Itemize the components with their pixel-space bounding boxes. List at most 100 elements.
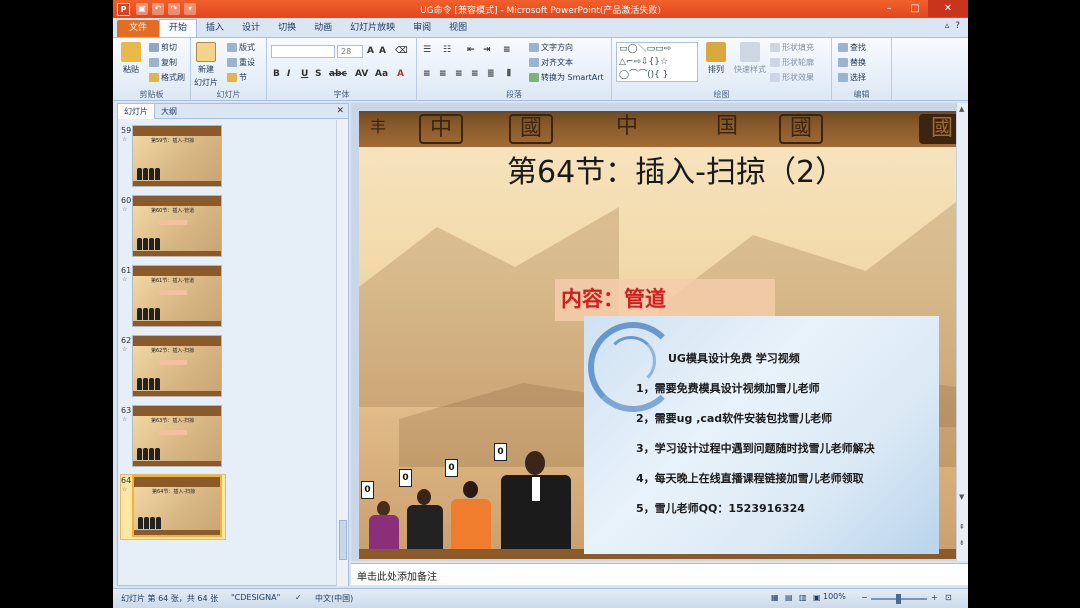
tab-slides[interactable]: 幻灯片 — [118, 103, 155, 119]
shapes-gallery[interactable]: ▭◯＼▭▭⇨ △⌐⇨⇩{}☆ ◯⌒⌒(){ } — [616, 42, 698, 82]
info-item: 5，雪儿老师QQ：1523916324 — [636, 502, 805, 515]
maximize-button[interactable]: □ — [902, 0, 928, 17]
new-slide-button[interactable]: 新建 幻灯片 — [194, 42, 218, 88]
close-button[interactable]: ✕ — [928, 0, 968, 17]
slide-sorter-icon[interactable]: ▤ — [785, 593, 793, 602]
tab-insert[interactable]: 插入 — [197, 20, 233, 37]
thumbnail-image: 第63节：插入-扫掠 — [132, 405, 222, 467]
copy-button[interactable]: 复制 — [149, 57, 177, 68]
effects-icon — [770, 73, 780, 82]
change-case-icon[interactable]: Aa — [375, 69, 388, 79]
save-icon[interactable]: ▣ — [136, 3, 148, 15]
tab-view[interactable]: 视图 — [440, 20, 476, 37]
char-spacing-icon[interactable]: AV — [355, 69, 368, 79]
thumbnail-slide-63[interactable]: 63 ☆ 第63节：插入-扫掠 — [118, 404, 336, 470]
reading-view-icon[interactable]: ▥ — [799, 593, 807, 602]
slide-scrollbar[interactable]: ▲ ▼ ⇞ ⇟ — [956, 103, 968, 561]
swirl-decoration — [606, 336, 656, 386]
thumbnail-slide-64[interactable]: 64 ☆ 第64节：插入-扫掠 — [118, 474, 336, 540]
underline-icon[interactable]: U — [301, 69, 308, 79]
strikethrough-icon[interactable]: abc — [329, 69, 347, 79]
zoom-slider-knob[interactable] — [896, 594, 901, 604]
slide-content[interactable]: 内容：管道 — [561, 283, 666, 313]
tab-transitions[interactable]: 切换 — [269, 20, 305, 37]
paste-button[interactable]: 粘贴 — [121, 42, 141, 75]
customize-qat-icon[interactable]: ▾ — [184, 3, 196, 15]
text-direction-button[interactable]: 文字方向 — [529, 42, 573, 53]
animation-star-icon: ☆ — [122, 416, 128, 423]
slide-title[interactable]: 第64节：插入-扫掠（2） — [507, 153, 867, 193]
new-slide-icon — [196, 42, 216, 62]
tab-review[interactable]: 审阅 — [404, 20, 440, 37]
spell-check-icon[interactable]: ✓ — [295, 593, 302, 602]
tab-outline[interactable]: 大纲 — [155, 104, 183, 119]
thumbnail-title: 第60节：插入-管道 — [151, 208, 195, 214]
arrange-button[interactable]: 排列 — [706, 42, 726, 75]
close-panel-icon[interactable]: ✕ — [336, 106, 344, 116]
section-icon — [227, 73, 237, 82]
shape-effects-button[interactable]: 形状效果 — [770, 72, 814, 83]
font-name-combo[interactable] — [271, 45, 335, 58]
zoom-out-icon[interactable]: − — [861, 593, 868, 602]
align-left-icon[interactable]: ≡ — [423, 69, 431, 79]
bullets-icon[interactable]: ☰ — [423, 45, 431, 55]
columns-icon[interactable]: ⫴ — [507, 69, 511, 79]
reset-button[interactable]: 重设 — [227, 57, 255, 68]
slideshow-icon[interactable]: ▣ — [813, 593, 821, 602]
bold-icon[interactable]: B — [273, 69, 280, 79]
thumbnail-slide-59[interactable]: 59 ☆ 第59节：插入-扫掠 — [118, 124, 336, 190]
fit-slide-icon[interactable]: ⊡ — [945, 593, 952, 602]
thumbnail-slide-60[interactable]: 60 ☆ 第60节：插入-管道 — [118, 194, 336, 260]
normal-view-icon[interactable]: ▦ — [771, 593, 779, 602]
shape-fill-button[interactable]: 形状填充 — [770, 42, 814, 53]
increase-indent-icon[interactable]: ⇥ — [483, 45, 491, 55]
shape-outline-button[interactable]: 形状轮廓 — [770, 57, 814, 68]
layout-button[interactable]: 版式 — [227, 42, 255, 53]
align-text-button[interactable]: 对齐文本 — [529, 57, 573, 68]
align-center-icon[interactable]: ≡ — [439, 69, 447, 79]
tab-home[interactable]: 开始 — [159, 19, 198, 37]
clear-format-icon[interactable]: ⌫ — [395, 46, 408, 56]
shrink-font-icon[interactable]: A — [379, 46, 386, 56]
find-button[interactable]: 查找 — [838, 42, 866, 53]
numbering-icon[interactable]: ☷ — [443, 45, 451, 55]
undo-icon[interactable]: ↶ — [152, 3, 164, 15]
format-painter-button[interactable]: 格式刷 — [149, 72, 185, 83]
copy-icon — [149, 58, 159, 67]
line-spacing-icon[interactable]: ≡ — [503, 45, 511, 55]
shadow-icon[interactable]: S — [315, 69, 321, 79]
font-color-icon[interactable]: A — [397, 69, 404, 79]
grow-font-icon[interactable]: A — [367, 46, 374, 56]
replace-button[interactable]: 替换 — [838, 57, 866, 68]
distributed-icon[interactable]: ≣ — [487, 69, 495, 79]
section-button[interactable]: 节 — [227, 72, 247, 83]
help-icon[interactable]: ? — [955, 21, 960, 31]
quick-styles-button[interactable]: 快速样式 — [734, 42, 766, 75]
select-button[interactable]: 选择 — [838, 72, 866, 83]
seal-glyph: 國 — [509, 114, 553, 144]
tab-file[interactable]: 文件 — [117, 20, 160, 37]
zoom-in-icon[interactable]: + — [931, 593, 938, 602]
zoom-level[interactable]: 100% — [823, 592, 846, 601]
tab-animations[interactable]: 动画 — [305, 20, 341, 37]
smartart-button[interactable]: 转换为 SmartArt — [529, 72, 604, 83]
tab-slideshow[interactable]: 幻灯片放映 — [341, 20, 404, 37]
tab-design[interactable]: 设计 — [233, 20, 269, 37]
redo-icon[interactable]: ↷ — [168, 3, 180, 15]
align-right-icon[interactable]: ≡ — [455, 69, 463, 79]
minimize-ribbon-icon[interactable]: ▵ — [945, 21, 950, 31]
powerpoint-icon[interactable]: P — [117, 2, 130, 16]
arrange-icon — [706, 42, 726, 62]
minimize-button[interactable]: – — [876, 0, 902, 17]
seal-glyph: 丰 — [369, 117, 386, 136]
justify-icon[interactable]: ≡ — [471, 69, 479, 79]
italic-icon[interactable]: I — [287, 69, 290, 79]
cut-button[interactable]: 剪切 — [149, 42, 177, 53]
thumbnail-slide-61[interactable]: 61 ☆ 第61节：插入-管道 — [118, 264, 336, 330]
font-size-combo[interactable]: 28 — [337, 45, 363, 58]
language-indicator[interactable]: 中文(中国) — [315, 593, 353, 604]
notes-pane[interactable]: 单击此处添加备注 — [351, 563, 968, 585]
thumbnail-slide-62[interactable]: 62 ☆ 第62节：插入-扫掠 — [118, 334, 336, 400]
thumbnail-scrollbar[interactable] — [336, 120, 348, 586]
decrease-indent-icon[interactable]: ⇤ — [467, 45, 475, 55]
